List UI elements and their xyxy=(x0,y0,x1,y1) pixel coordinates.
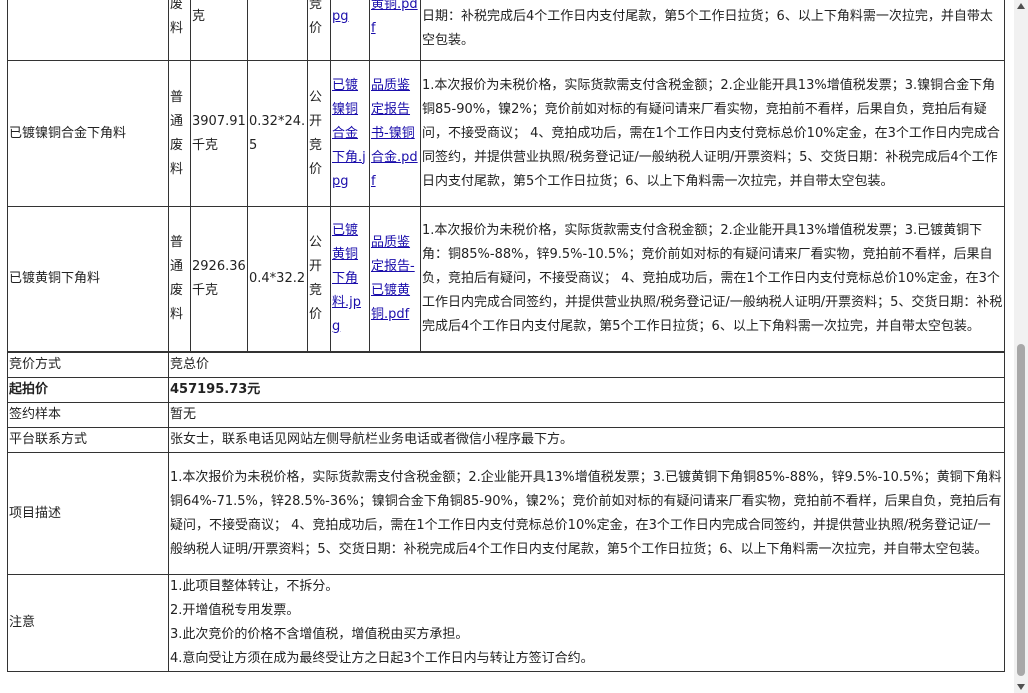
item-quantity: 2926.36 千克 xyxy=(190,206,248,352)
note-item: 1.此项目整体转让，不拆分。 xyxy=(170,579,339,594)
info-row-notes: 注意 1.此项目整体转让，不拆分。 2.开增值税专用发票。 3.此次竞价的价格不… xyxy=(7,574,1005,672)
table-row: 已镀黄铜下角料 普 通 废 料 2926.36 千克 0.4*32.2 公 开 … xyxy=(7,206,1005,352)
item-name: 已镀镍铜合金下角料 xyxy=(7,60,169,207)
item-quantity: 克 xyxy=(190,0,248,61)
table-row: 废 料 克 竞 价 pg 黄铜.pd f 金，在3个工作日内完成合同签约，并提供… xyxy=(7,0,1005,61)
item-quantity: 3907.91 千克 xyxy=(190,60,248,207)
item-report-link[interactable]: 品质鉴 定报告 书-镍铜 合金.pd f xyxy=(371,78,418,189)
bid-method-value: 竞总价 xyxy=(168,352,1005,378)
vertical-scrollbar[interactable] xyxy=(1014,0,1028,693)
info-row-bid-method: 竞价方式 竞总价 xyxy=(7,352,1005,378)
start-price-value: 457195.73元 xyxy=(168,377,1005,403)
project-description-label: 项目描述 xyxy=(7,452,169,575)
item-bid-method: 竞 价 xyxy=(307,0,331,61)
auction-info-table: 竞价方式 竞总价 起拍价 457195.73元 签约样本 暂无 平台联系方式 张… xyxy=(7,352,1005,672)
table-row: 已镀镍铜合金下角料 普 通 废 料 3907.91 千克 0.32*24.5 公… xyxy=(7,60,1005,207)
note-item: 4.意向受让方须在成为最终受让方之日起3个工作日内与转让方签订合约。 xyxy=(170,651,594,666)
scrollbar-thumb[interactable] xyxy=(1017,344,1025,676)
info-row-contract-sample: 签约样本 暂无 xyxy=(7,402,1005,428)
lot-items-table: 废 料 克 竞 价 pg 黄铜.pd f 金，在3个工作日内完成合同签约，并提供… xyxy=(7,0,1005,352)
item-bid-method: 公 开 竞 价 xyxy=(307,206,331,352)
info-row-project-description: 项目描述 1.本次报价为未税价格，实际货款需支付含税金额；2.企业能开具13%增… xyxy=(7,452,1005,575)
note-item: 2.开增值税专用发票。 xyxy=(170,603,300,618)
notes-label: 注意 xyxy=(7,574,169,672)
item-photo-link[interactable]: pg xyxy=(332,9,349,24)
info-row-contact: 平台联系方式 张女士，联系电话见网站左侧导航栏业务电话或者微信小程序最下方。 xyxy=(7,427,1005,453)
item-size: 0.32*24.5 xyxy=(247,60,308,207)
contract-sample-label: 签约样本 xyxy=(7,402,169,428)
item-bid-method: 公 开 竞 价 xyxy=(307,60,331,207)
scroll-down-arrow-icon[interactable] xyxy=(1017,684,1025,690)
contact-value: 张女士，联系电话见网站左侧导航栏业务电话或者微信小程序最下方。 xyxy=(168,427,1005,453)
contract-sample-value: 暂无 xyxy=(168,402,1005,428)
item-description: 1.本次报价为未税价格，实际货款需支付含税金额；2.企业能开具13%增值税发票；… xyxy=(420,60,1005,207)
project-description-value: 1.本次报价为未税价格，实际货款需支付含税金额；2.企业能开具13%增值税发票；… xyxy=(168,452,1005,575)
item-name: 已镀黄铜下角料 xyxy=(7,206,169,352)
item-photo-link[interactable]: 已镀 镍铜 合金 下角.j pg xyxy=(332,78,366,189)
start-price-label: 起拍价 xyxy=(7,377,169,403)
item-report-link[interactable]: 黄铜.pd f xyxy=(371,0,418,36)
item-type: 废 料 xyxy=(168,0,191,61)
scroll-up-arrow-icon[interactable] xyxy=(1017,3,1025,9)
item-type: 普 通 废 料 xyxy=(168,60,191,207)
note-item: 3.此次竞价的价格不含增值税，增值税由买方承担。 xyxy=(170,627,469,642)
item-name xyxy=(7,0,169,61)
item-description: 1.本次报价为未税价格，实际货款需支付含税金额；2.企业能开具13%增值税发票；… xyxy=(420,206,1005,352)
info-row-start-price: 起拍价 457195.73元 xyxy=(7,377,1005,403)
bid-method-label: 竞价方式 xyxy=(7,352,169,378)
item-size xyxy=(247,0,308,61)
item-size: 0.4*32.2 xyxy=(247,206,308,352)
item-photo-link[interactable]: 已镀 黄铜 下角 料.jp g xyxy=(332,223,361,334)
contact-label: 平台联系方式 xyxy=(7,427,169,453)
item-report-link[interactable]: 品质鉴 定报告- 已镀黄 铜.pdf xyxy=(371,235,415,322)
item-description: 金，在3个工作日内完成合同签约，并提供营业执照/税务登记证/一般纳税人证明/开票… xyxy=(420,0,1005,61)
item-type: 普 通 废 料 xyxy=(168,206,191,352)
